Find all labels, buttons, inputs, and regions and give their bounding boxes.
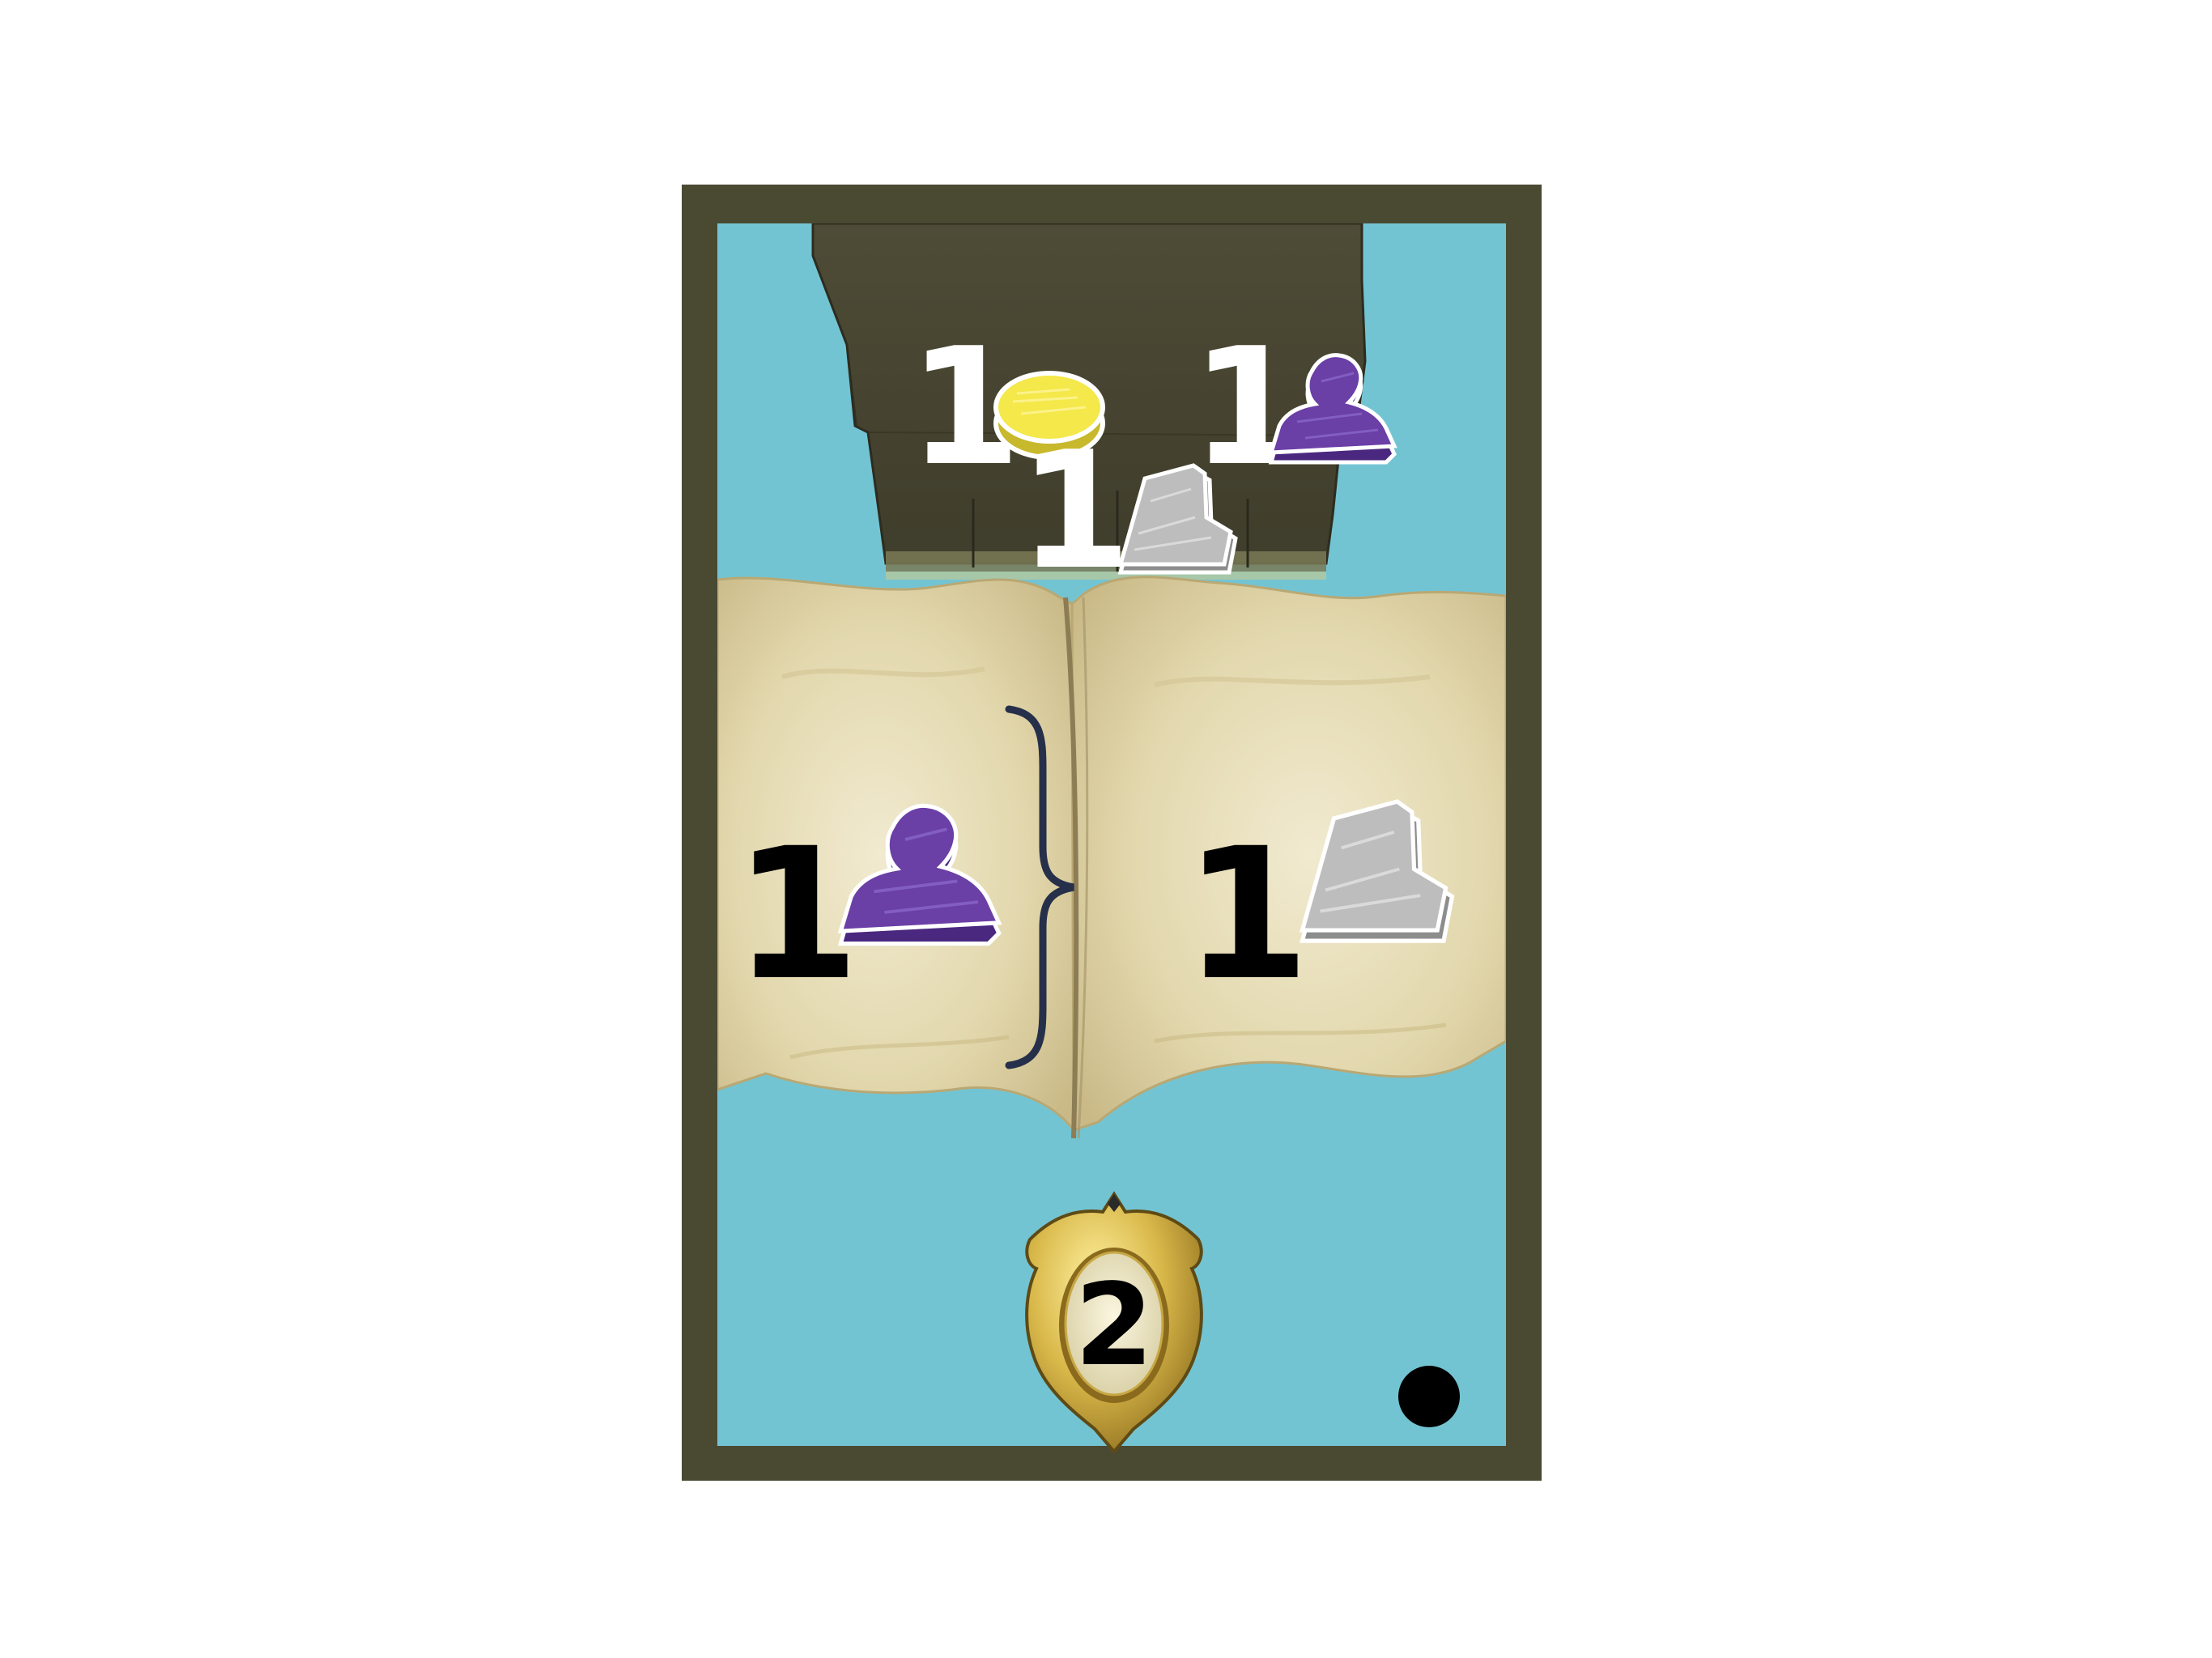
victory-points-value: 2 [1074,1260,1154,1392]
player-count-pip [1398,1366,1460,1427]
game-stage: 1 1 1 1 1 2 [0,0,2212,1658]
purple-worker-meeple-icon [1268,353,1397,465]
receive-stone-amount: 1 [1184,809,1310,1020]
purple-worker-meeple-icon [837,803,1002,946]
stone-icon [1299,799,1455,943]
stone-icon [1117,463,1238,575]
cost-stone-amount: 1 [1019,417,1131,606]
